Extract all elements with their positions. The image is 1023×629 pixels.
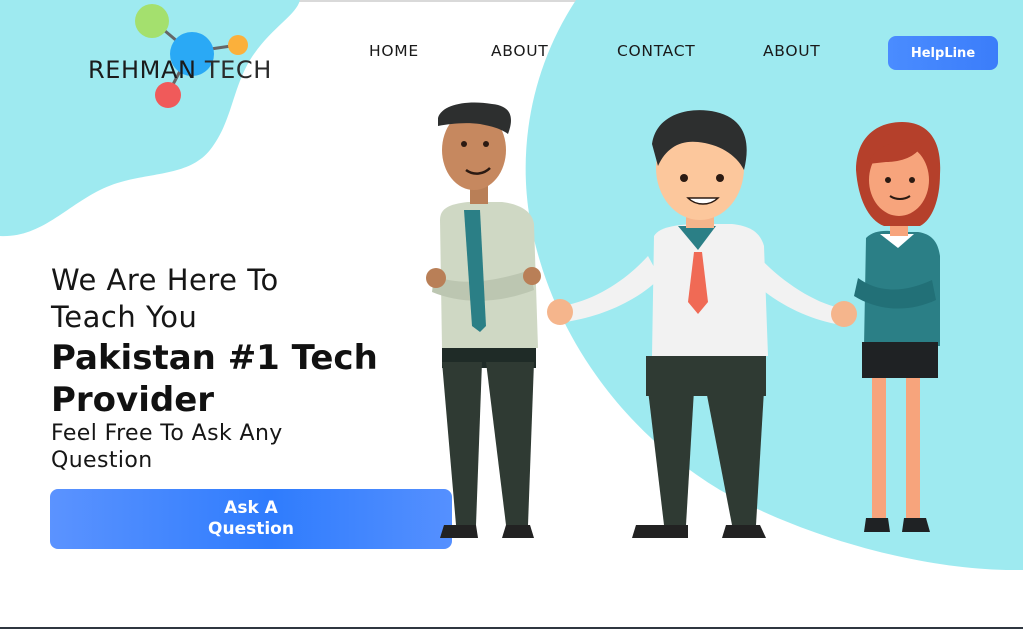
nav-contact[interactable]: CONTACT (617, 42, 695, 60)
hero-sub-2: Question (51, 448, 153, 473)
person-right-icon (854, 122, 941, 532)
hero-headline-2: Provider (51, 380, 215, 420)
helpline-button[interactable]: HelpLine (888, 36, 998, 70)
hero-line-2: Teach You (51, 300, 198, 334)
nav-about[interactable]: ABOUT (491, 42, 548, 60)
ask-question-button[interactable]: Ask A Question (50, 489, 452, 549)
hero-sub-1: Feel Free To Ask Any (51, 421, 283, 446)
hero-text: We Are Here To Teach You Pakistan #1 Tec… (51, 262, 451, 474)
person-center-icon (547, 110, 857, 538)
hero-line-1: We Are Here To (51, 263, 279, 297)
ask-question-label: Ask A Question (208, 498, 294, 539)
nav-home[interactable]: HOME (369, 42, 419, 60)
people-illustration-icon (426, 102, 941, 538)
main-nav: HOME ABOUT CONTACT ABOUT (0, 42, 1023, 66)
person-left-icon (426, 102, 541, 538)
hero-headline-1: Pakistan #1 Tech (51, 338, 378, 378)
nav-about-2[interactable]: ABOUT (763, 42, 820, 60)
